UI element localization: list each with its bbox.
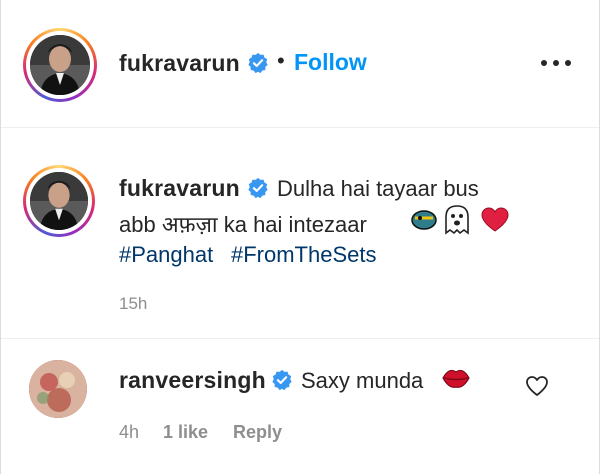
- wink-tongue-emoji-icon: [411, 210, 437, 230]
- caption-text-line2: abb अफ़ज़ा ka hai intezaar: [119, 212, 367, 237]
- ghost-emoji-icon: [445, 205, 469, 235]
- reply-button[interactable]: Reply: [233, 422, 282, 443]
- avatar[interactable]: [30, 35, 90, 95]
- comment-time[interactable]: 4h: [119, 422, 139, 443]
- like-heart-icon[interactable]: [525, 375, 549, 397]
- comment-avatar[interactable]: [29, 360, 87, 418]
- post-author-username[interactable]: fukravarun: [119, 50, 240, 77]
- divider: [1, 338, 599, 339]
- caption-avatar[interactable]: [30, 172, 88, 230]
- post-timestamp[interactable]: 15h: [119, 294, 147, 314]
- lips-emoji-icon: [442, 369, 470, 388]
- verified-badge-icon: [248, 177, 268, 199]
- profile-photo-icon: [30, 35, 90, 95]
- red-heart-emoji-icon: [481, 207, 509, 232]
- caption-text-line1: Dulha hai tayaar bus: [277, 176, 479, 201]
- hashtag-link[interactable]: #FromTheSets: [231, 242, 377, 268]
- profile-photo-icon: [29, 360, 87, 418]
- separator-dot: •: [277, 48, 285, 73]
- verified-badge-icon: [272, 369, 292, 391]
- hashtag-link[interactable]: #Panghat: [119, 242, 213, 268]
- story-ring[interactable]: [23, 28, 97, 102]
- caption-username[interactable]: fukravarun: [119, 175, 240, 202]
- comment-text: Saxy munda: [301, 368, 424, 393]
- profile-photo-icon: [30, 172, 88, 230]
- verified-badge-icon: [248, 52, 268, 74]
- comment-likes[interactable]: 1 like: [163, 422, 208, 443]
- caption-story-ring[interactable]: [23, 165, 95, 237]
- more-options-icon[interactable]: [541, 60, 571, 68]
- post-header: fukravarun • Follow: [1, 0, 599, 128]
- comment-username[interactable]: ranveersingh: [119, 367, 266, 394]
- follow-button[interactable]: Follow: [294, 49, 367, 76]
- post-panel: fukravarun • Follow fukravarun Dulha hai…: [0, 0, 600, 474]
